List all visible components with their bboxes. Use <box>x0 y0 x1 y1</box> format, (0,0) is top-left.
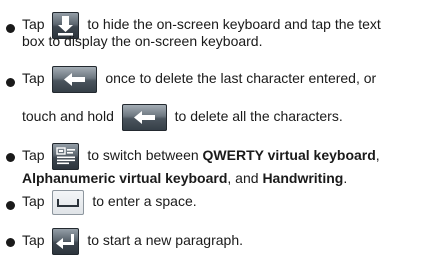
keyboard-name: Handwriting <box>262 170 344 186</box>
list-text: to enter a space. <box>92 193 197 210</box>
input-method-icon <box>52 143 80 170</box>
list-text: Tap <box>22 70 45 87</box>
bullet <box>6 238 15 247</box>
list-text: Tap <box>22 16 45 33</box>
list-text: box to display the on-screen keyboard. <box>22 33 263 49</box>
bullet <box>6 78 15 87</box>
list-text: Tap <box>22 232 45 249</box>
list-text: once to delete the last character entere… <box>105 70 377 87</box>
list-text: , and <box>227 170 259 186</box>
list-text: Tap <box>22 193 45 210</box>
bullet <box>6 153 15 162</box>
list-text: Tap <box>22 147 45 164</box>
keyboard-name: Alphanumeric virtual keyboard <box>22 170 228 186</box>
list-text: to start a new paragraph. <box>87 232 244 249</box>
list-text: touch and hold <box>22 108 114 125</box>
keyboard-name: QWERTY virtual keyboard <box>202 147 376 164</box>
bullet <box>6 24 15 33</box>
list-text: to switch between <box>87 147 199 164</box>
backspace-icon <box>121 104 167 131</box>
backspace-icon <box>52 66 98 93</box>
list-text: to delete all the characters. <box>174 108 343 125</box>
space-bar-icon <box>52 190 85 215</box>
list-text: , <box>375 147 380 164</box>
enter-icon <box>52 228 80 255</box>
list-text: to hide the on-screen keyboard and tap t… <box>87 16 381 33</box>
bullet <box>6 201 15 210</box>
list-text: . <box>343 170 348 186</box>
